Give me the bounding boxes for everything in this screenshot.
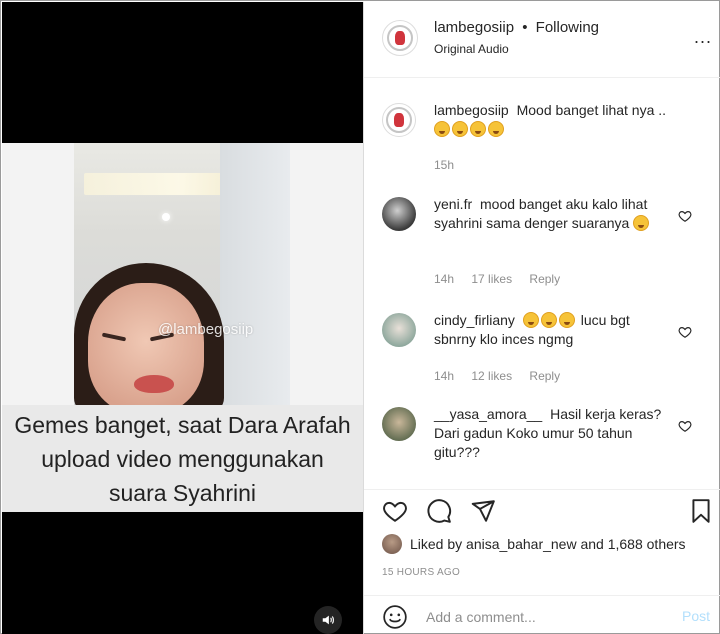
laughing-emoji-icon — [522, 312, 539, 328]
post-timestamp[interactable]: 15 HOURS AGO — [382, 567, 460, 578]
laughing-emoji-icon — [470, 121, 486, 137]
liked-by-user[interactable]: anisa_bahar_new — [466, 536, 577, 552]
comment-username[interactable]: __yasa_amora__ — [434, 406, 542, 422]
audio-link[interactable]: Original Audio — [434, 42, 509, 56]
following-button[interactable]: Following — [536, 19, 599, 36]
author-avatar[interactable] — [382, 20, 418, 56]
comment-text: Mood banget lihat nya .. — [516, 102, 667, 118]
wall — [220, 143, 290, 405]
liked-by: Liked by anisa_bahar_new and 1,688 other… — [382, 534, 686, 554]
comment-time[interactable]: 14h — [434, 369, 454, 383]
commenter-avatar[interactable] — [382, 313, 416, 347]
liked-by-prefix: Liked by — [410, 536, 463, 552]
laughing-emoji-icon — [488, 121, 504, 137]
laughing-emoji-icon — [633, 215, 650, 231]
video-player[interactable]: @lambegosiip Gemes banget, saat Dara Ara… — [2, 2, 363, 634]
add-comment-input[interactable] — [426, 606, 666, 628]
like-heart-icon[interactable] — [678, 209, 692, 223]
author-line: lambegosiip • Following — [434, 19, 599, 36]
like-heart-icon[interactable] — [382, 498, 408, 524]
comment-bubble-icon[interactable] — [426, 498, 452, 524]
comment-meta: 14h 12 likes Reply — [434, 369, 574, 383]
comments-list: lambegosiip Mood banget lihat nya .. 15h… — [364, 79, 720, 489]
comment-likes[interactable]: 12 likes — [471, 369, 512, 383]
lambegosiip-logo-icon — [387, 25, 413, 51]
laughing-emoji-icon — [540, 312, 557, 328]
post-button[interactable]: Post — [682, 608, 710, 624]
reply-button[interactable]: Reply — [529, 272, 560, 286]
comment-username[interactable]: cindy_firliany — [434, 312, 515, 328]
post-dialog: @lambegosiip Gemes banget, saat Dara Ara… — [0, 0, 720, 634]
liked-by-count[interactable]: and 1,688 others — [580, 536, 685, 552]
comment-meta: 14h 17 likes Reply — [434, 272, 574, 286]
more-options-icon[interactable]: ... — [694, 28, 712, 46]
comment-likes[interactable]: 17 likes — [471, 272, 512, 286]
comment-time[interactable]: 15h — [434, 158, 454, 172]
like-heart-icon[interactable] — [678, 325, 692, 339]
video-watermark: @lambegosiip — [158, 321, 254, 338]
comment-username[interactable]: yeni.fr — [434, 196, 472, 212]
emoji-smiley-icon[interactable] — [382, 604, 408, 630]
commenter-avatar[interactable] — [382, 197, 416, 231]
share-paper-plane-icon[interactable] — [470, 498, 496, 524]
post-header: lambegosiip • Following Original Audio .… — [364, 2, 720, 78]
add-comment-bar: Post — [364, 595, 720, 634]
speaker-icon — [322, 615, 334, 625]
like-heart-icon[interactable] — [678, 419, 692, 433]
comment-body: yeni.fr mood banget aku kalo lihat syahr… — [434, 195, 670, 233]
video-caption: Gemes banget, saat Dara Arafah upload vi… — [2, 405, 363, 512]
post-actions: Liked by anisa_bahar_new and 1,688 other… — [364, 489, 720, 589]
person-mouth — [134, 375, 174, 393]
reply-button[interactable]: Reply — [529, 369, 560, 383]
author-username[interactable]: lambegosiip — [434, 19, 514, 36]
comment-body: cindy_firliany lucu bgt sbnrny klo inces… — [434, 311, 670, 349]
separator-dot: • — [522, 19, 528, 36]
author-avatar[interactable] — [382, 103, 416, 137]
comment-username[interactable]: lambegosiip — [434, 102, 509, 118]
laughing-emoji-icon — [558, 312, 575, 328]
mute-button[interactable] — [314, 606, 342, 634]
crying-emoji-icon — [452, 121, 468, 137]
comment-meta: 15h — [434, 158, 468, 172]
commenter-avatar[interactable] — [382, 407, 416, 441]
video-caption-text: Gemes banget, saat Dara Arafah upload vi… — [14, 411, 351, 506]
post-sidebar: lambegosiip • Following Original Audio .… — [363, 2, 720, 634]
comment-body: __yasa_amora__ Hasil kerja keras? Dari g… — [434, 405, 670, 462]
comment-body: lambegosiip Mood banget lihat nya .. — [434, 101, 670, 139]
bookmark-icon[interactable] — [688, 498, 714, 524]
lamp — [162, 213, 170, 221]
crying-emoji-icon — [434, 121, 450, 137]
video-frame: @lambegosiip Gemes banget, saat Dara Ara… — [2, 143, 363, 512]
liker-avatar[interactable] — [382, 534, 402, 554]
video-scene: @lambegosiip — [74, 143, 290, 405]
lambegosiip-logo-icon — [386, 107, 412, 133]
comment-time[interactable]: 14h — [434, 272, 454, 286]
